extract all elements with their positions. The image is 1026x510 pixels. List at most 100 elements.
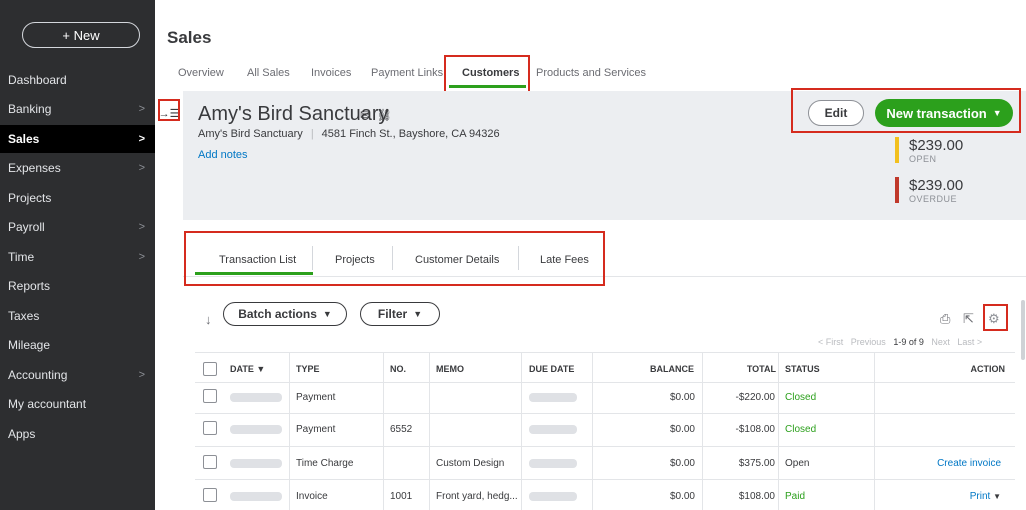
page-title: Sales: [167, 28, 212, 47]
sidebar-item-mileage[interactable]: Mileage: [0, 331, 155, 359]
add-notes-link[interactable]: Add notes: [198, 149, 248, 161]
pager-last[interactable]: Last >: [957, 337, 982, 347]
dropdown-caret-icon: ▼: [413, 309, 423, 319]
sort-icon[interactable]: ↓: [205, 312, 212, 327]
row-checkbox[interactable]: [203, 488, 217, 502]
chevron-right-icon: >: [138, 251, 145, 263]
chevron-right-icon: >: [138, 221, 145, 233]
select-all-checkbox[interactable]: [203, 362, 217, 376]
sidebar-item-dashboard[interactable]: Dashboard: [0, 66, 155, 94]
tab-all-sales[interactable]: All Sales: [247, 67, 290, 79]
cell-total: $108.00: [738, 491, 775, 502]
column-divider: [429, 352, 430, 510]
batch-actions-button[interactable]: Batch actions ▼: [223, 302, 347, 326]
cell-total: -$108.00: [735, 424, 775, 435]
pagination: < First Previous 1-9 of 9 Next Last >: [818, 337, 982, 347]
create-invoice-link[interactable]: Create invoice: [915, 458, 1001, 469]
redacted-due-date: [529, 393, 577, 402]
column-divider: [289, 352, 290, 510]
cell-status: Closed: [785, 424, 817, 435]
settings-highlight: [983, 304, 1008, 331]
redacted-date: [230, 492, 282, 501]
row-divider: [195, 413, 1015, 414]
pager-next[interactable]: Next: [931, 337, 950, 347]
redacted-due-date: [529, 492, 577, 501]
column-header-date[interactable]: DATE ▼: [230, 364, 265, 374]
export-icon[interactable]: ⇱: [963, 311, 974, 327]
cell-status: Open: [785, 458, 810, 469]
sidebar-item-label: Reports: [8, 279, 51, 293]
cell-total: $375.00: [738, 458, 775, 469]
tab-payment-links[interactable]: Payment Links: [371, 67, 443, 79]
redacted-due-date: [529, 425, 577, 434]
sidebar-item-apps[interactable]: Apps: [0, 420, 155, 448]
cell-type: Invoice: [296, 491, 328, 502]
scrollbar[interactable]: [1021, 300, 1025, 360]
filter-button[interactable]: Filter ▼: [360, 302, 440, 326]
sidebar-item-expenses[interactable]: Expenses >: [0, 154, 155, 182]
sidebar-item-my-accountant[interactable]: My accountant: [0, 390, 155, 418]
sidebar-item-taxes[interactable]: Taxes: [0, 302, 155, 330]
row-checkbox[interactable]: [203, 455, 217, 469]
subtabs-highlight: [184, 231, 605, 286]
column-divider: [383, 352, 384, 510]
dropdown-caret-icon[interactable]: ▼: [993, 492, 1001, 501]
chevron-right-icon: >: [138, 133, 145, 145]
overdue-indicator-bar: [895, 177, 899, 203]
left-sidebar: + New Dashboard Banking > Sales > Expenses > Pr…: [0, 0, 155, 510]
sidebar-item-projects[interactable]: Projects: [0, 184, 155, 212]
column-header-no[interactable]: NO.: [390, 364, 406, 374]
cell-balance: $0.00: [669, 424, 695, 435]
cell-memo: Front yard, hedg...: [436, 491, 518, 502]
print-link[interactable]: Print: [970, 491, 991, 502]
cell-status: Paid: [785, 491, 806, 502]
chevron-right-icon: >: [138, 103, 145, 115]
sidebar-item-banking[interactable]: Banking >: [0, 95, 155, 123]
print-dropdown[interactable]: Print ▼: [935, 491, 1001, 502]
column-divider: [592, 352, 593, 510]
cell-balance: $0.00: [669, 392, 695, 403]
column-header-due-date[interactable]: DUE DATE: [529, 364, 574, 374]
sidebar-item-label: Time: [8, 250, 35, 264]
email-icon[interactable]: ✉: [360, 108, 370, 122]
sidebar-item-label: Mileage: [8, 338, 51, 352]
new-button[interactable]: + New: [22, 22, 140, 48]
cell-type: Time Charge: [296, 458, 354, 469]
sidebar-item-sales[interactable]: Sales >: [0, 125, 155, 153]
row-checkbox[interactable]: [203, 421, 217, 435]
row-divider: [195, 479, 1015, 480]
pager-previous[interactable]: Previous: [851, 337, 886, 347]
row-checkbox[interactable]: [203, 389, 217, 403]
cell-balance: $0.00: [669, 491, 695, 502]
sidebar-item-label: Payroll: [8, 220, 45, 234]
sidebar-item-payroll[interactable]: Payroll >: [0, 213, 155, 241]
pager-first[interactable]: < First: [818, 337, 843, 347]
sidebar-item-label: Accounting: [8, 368, 68, 382]
column-header-total[interactable]: TOTAL: [736, 364, 776, 374]
expand-icon-highlight: [158, 99, 180, 121]
sidebar-item-label: Apps: [8, 427, 36, 441]
sidebar-item-time[interactable]: Time >: [0, 243, 155, 271]
cell-total: -$220.00: [735, 392, 775, 403]
column-header-type[interactable]: TYPE: [296, 364, 320, 374]
customer-company: Amy's Bird Sanctuary: [198, 128, 303, 140]
filter-label: Filter: [377, 307, 408, 321]
column-header-balance[interactable]: BALANCE: [650, 364, 694, 374]
chevron-right-icon: >: [138, 369, 145, 381]
print-icon[interactable]: ⎙: [940, 311, 950, 327]
tab-invoices[interactable]: Invoices: [311, 67, 351, 79]
column-header-status[interactable]: STATUS: [785, 364, 820, 374]
cell-no: 6552: [390, 424, 413, 435]
redacted-date: [230, 393, 282, 402]
chevron-right-icon: >: [138, 162, 145, 174]
tab-products-and-services[interactable]: Products and Services: [536, 67, 646, 79]
dropdown-caret-icon: ▼: [322, 309, 332, 319]
sidebar-item-accounting[interactable]: Accounting >: [0, 361, 155, 389]
tab-overview[interactable]: Overview: [178, 67, 224, 79]
overdue-label: OVERDUE: [909, 194, 958, 204]
link-icon[interactable]: ⛓: [377, 108, 392, 122]
row-divider: [195, 352, 1015, 353]
column-header-memo[interactable]: MEMO: [436, 364, 464, 374]
open-label: OPEN: [909, 154, 937, 164]
sidebar-item-reports[interactable]: Reports: [0, 272, 155, 300]
